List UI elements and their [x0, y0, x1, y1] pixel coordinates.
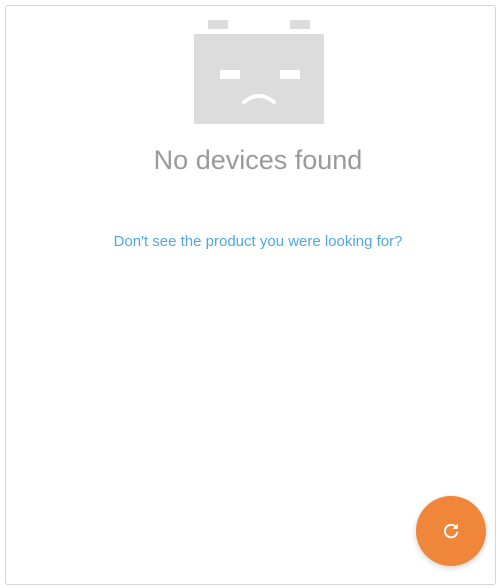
sad-battery-icon [194, 20, 324, 124]
refresh-button[interactable] [416, 496, 486, 566]
empty-state-title: No devices found [153, 145, 363, 175]
refresh-icon [443, 523, 459, 539]
missing-product-help-link[interactable]: Don't see the product you were looking f… [0, 230, 499, 254]
